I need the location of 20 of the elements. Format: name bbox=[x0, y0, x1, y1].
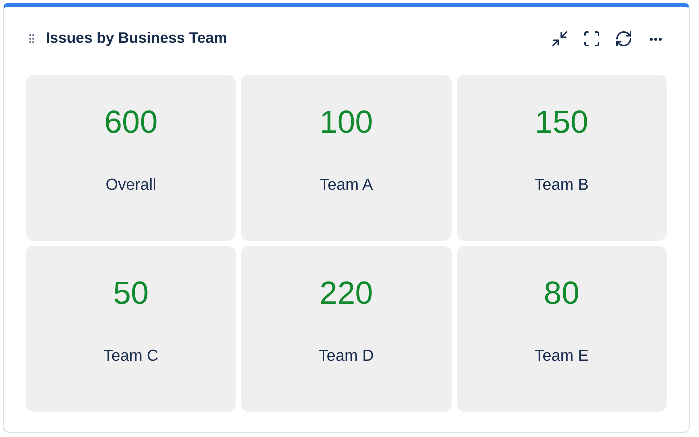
stat-label: Overall bbox=[106, 176, 156, 196]
stat-value: 100 bbox=[320, 103, 374, 141]
stat-label: Team A bbox=[320, 176, 374, 196]
stat-label: Team C bbox=[104, 347, 159, 367]
stat-value: 80 bbox=[544, 274, 580, 312]
fullscreen-button[interactable] bbox=[583, 30, 601, 48]
refresh-button[interactable] bbox=[615, 30, 633, 48]
fullscreen-icon bbox=[583, 30, 601, 48]
widget-title: Issues by Business Team bbox=[46, 28, 228, 49]
stat-value: 50 bbox=[113, 274, 149, 312]
stat-label: Team B bbox=[534, 176, 589, 196]
refresh-icon bbox=[615, 30, 633, 48]
more-icon bbox=[650, 38, 662, 40]
stat-value: 220 bbox=[320, 274, 374, 312]
stat-label: Team E bbox=[534, 347, 589, 367]
stat-label: Team D bbox=[318, 347, 374, 367]
stat-value: 600 bbox=[104, 103, 158, 141]
stat-value: 150 bbox=[535, 103, 589, 141]
minimize-icon bbox=[551, 30, 569, 48]
minimize-button[interactable] bbox=[551, 30, 569, 48]
